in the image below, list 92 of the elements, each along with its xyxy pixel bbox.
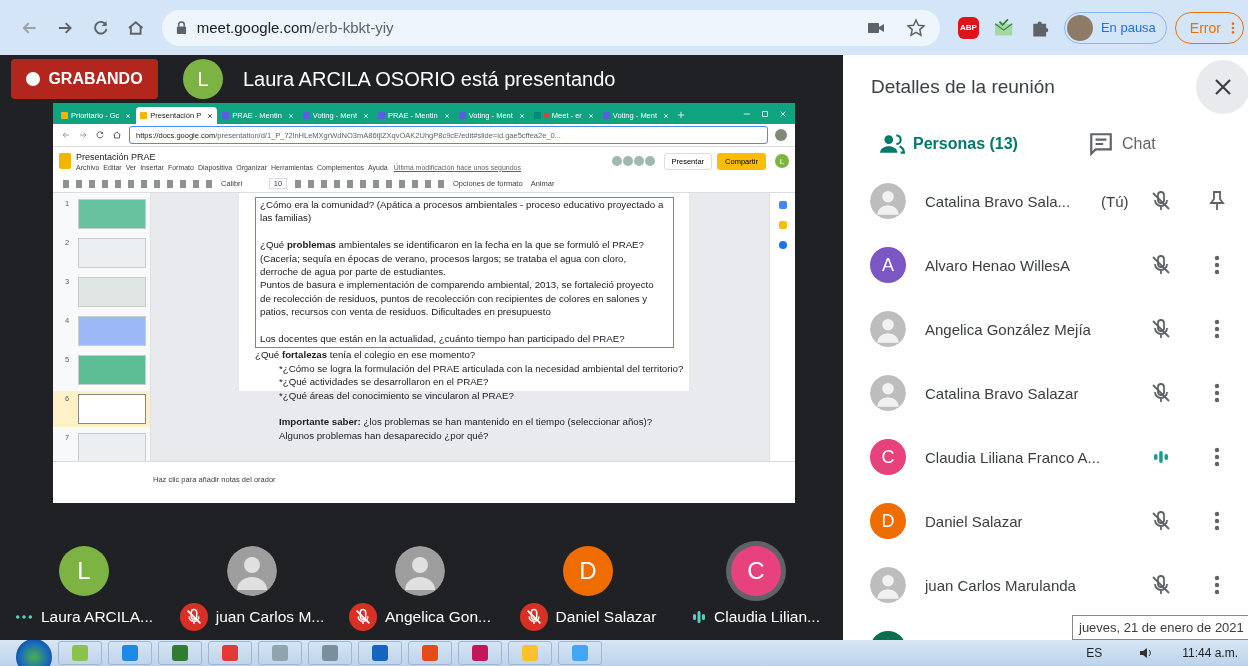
tab-favicon-icon [302,112,310,119]
participant-name: juan Carlos M... [215,608,325,626]
participant-name: Claudia Liliana Franco A... [925,448,1101,466]
taskbar-app-icon[interactable] [258,641,302,665]
collaborator-avatar [611,156,622,166]
reload-icon[interactable] [95,130,105,140]
error-label: Error [1189,19,1221,36]
app-icon[interactable] [778,201,787,209]
home-icon[interactable] [112,130,122,140]
slide-text: ¿Qué fortalezas tenía el colegio en ese momento? [255,348,477,362]
slide-text: ¿Cómo era la comunidad? (Apática a procesos ambientales - proceso educativo proyectado a las familias) [260,198,665,225]
slide-thumbnail [78,355,146,385]
tab-favicon-icon [61,112,68,119]
profile-avatar[interactable] [775,129,787,141]
close-icon[interactable] [207,112,214,119]
tab-favicon-icon [222,112,230,119]
taskbar-app-icon[interactable] [158,641,202,665]
url-text: meet.google.com/erb-kbkt-yiy [196,19,395,36]
slide-thumbnail [78,199,146,229]
taskbar-app-icon[interactable] [358,641,402,665]
forward-icon[interactable] [78,130,88,140]
collaborator-avatar [622,156,633,166]
participant-name: Catalina Bravo Sala... [925,192,1072,210]
participant-avatar: A [870,247,906,283]
more-icon [1231,20,1235,35]
participant-name: Angelica Gon... [385,608,491,626]
presenter-avatar: L [183,59,223,99]
text-box[interactable] [255,197,674,349]
address-bar[interactable]: meet.google.com/erb-kbkt-yiy [161,9,940,46]
slide-text: *¿Qué actividades se desarrollaron en el PRAE? [279,375,490,389]
profile-avatar [1066,14,1093,41]
participant-name: Claudia Lilian... [714,608,820,626]
slide-text: Puntos de basura e implementación de comparendo ambiental, 2013, se fortaleció proyecto de recolección de residuos, puntos de recolección con recipientes de colores en salones y patios, recursos con venta de residuos. Dificultades en presupuesto [260,278,655,319]
maximize-icon[interactable] [761,110,769,118]
slide-thumbnail [78,238,146,268]
new-tab-icon[interactable] [677,111,686,119]
panel-tab[interactable]: Chat [1087,131,1156,157]
tab-favicon-icon [140,112,148,119]
recording-label: GRABANDO [48,70,143,88]
participant-avatar: D [563,546,613,596]
taskbar-app-icon[interactable] [458,641,502,665]
back-icon[interactable] [61,130,71,140]
slide-text: Importante saber: ¿los problemas se han mantenido en el tiempo (seleccionar años)? Algunos problemas han desaparecido ¿por qué? [279,415,654,443]
app-icon[interactable] [778,241,787,249]
clock[interactable]: 11:44 a.m. [1172,646,1238,660]
tab-favicon-icon [602,112,610,119]
slide-text: *¿Cómo se logra la formulación del PRAE articulada con la necesidad ambiental del territorio? [279,361,685,376]
slide-thumbnail [78,316,146,346]
tab-favicon-icon [458,112,466,119]
participant-name: juan Carlos Marulanda [925,576,1077,594]
date-tooltip: jueves, 21 de enero de 2021 [1072,615,1248,640]
slide-text: Los docentes que están en la actualidad, ¿cuánto tiempo han participado del PRAE? [260,332,626,346]
participant-name: Angelica González Mejía [925,320,1092,338]
panel-title: Detalles de la reunión [871,76,1056,98]
participant-name: Alvaro Henao WillesA [925,256,1072,274]
taskbar-app-icon[interactable] [558,641,602,665]
slide-text: *¿Qué áreas del conocimiento se vincularon al PRAE? [279,388,515,403]
people-icon [879,131,905,157]
chat-icon [1087,131,1114,157]
slide-thumbnail [78,394,146,424]
presenter-text: Laura ARCILA OSORIO está presentando [243,67,616,91]
tab-favicon-icon [533,112,541,119]
tab-favicon-icon [378,112,386,119]
slide-text: (Cacería; sequía en épocas de verano, procesos largos; se trataba el agua con cloro, derroche de agua por parte de estudiantes. [260,251,628,279]
participant-avatar: D [870,503,906,539]
star-icon[interactable] [905,17,926,38]
slides-logo-icon [59,153,71,169]
taskbar-app-icon[interactable] [408,641,452,665]
participant-name: Daniel Salazar [555,608,657,626]
collaborator-avatar [644,156,655,166]
start-button[interactable] [16,639,52,666]
participant-name: Laura ARCILA... [41,608,153,626]
participant-avatar: C [870,439,906,475]
participant-name: Daniel Salazar [925,512,1024,530]
document-title[interactable]: Presentación PRAE [76,151,607,162]
recording-dot-icon [543,113,549,118]
close-button[interactable] [1196,60,1248,114]
taskbar-app-icon[interactable] [208,641,252,665]
you-label: (Tú) [1101,192,1129,210]
taskbar-app-icon[interactable] [108,641,152,665]
slide-thumbnail [78,277,146,307]
recording-dot-icon [26,72,41,86]
language-indicator[interactable]: ES [1086,646,1103,660]
taskbar-app-icon[interactable] [308,641,352,665]
lock-icon [175,21,187,34]
slide-text: ¿Qué problemas ambientales se identificaron en la fecha en la que se formuló el PRAE? [260,238,645,252]
participant-name: Catalina Bravo Salazar [925,384,1080,402]
profile-label: En pausa [1100,20,1156,35]
adblock-extension[interactable]: ABP [957,16,980,39]
participant-avatar: L [59,546,109,596]
panel-tab[interactable]: Personas (13) [879,131,1018,157]
collaborator-avatar [633,156,644,166]
